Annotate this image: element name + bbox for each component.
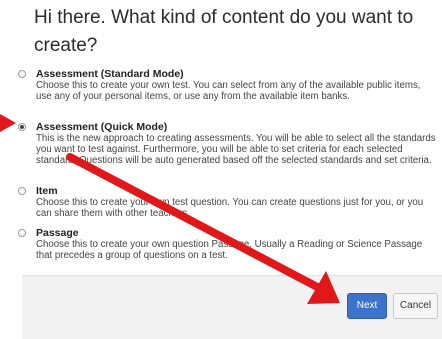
annotation-arrow-shaft xyxy=(66,153,327,294)
annotation-arrow-icon xyxy=(0,114,340,304)
annotation-arrowhead-left xyxy=(0,114,16,132)
